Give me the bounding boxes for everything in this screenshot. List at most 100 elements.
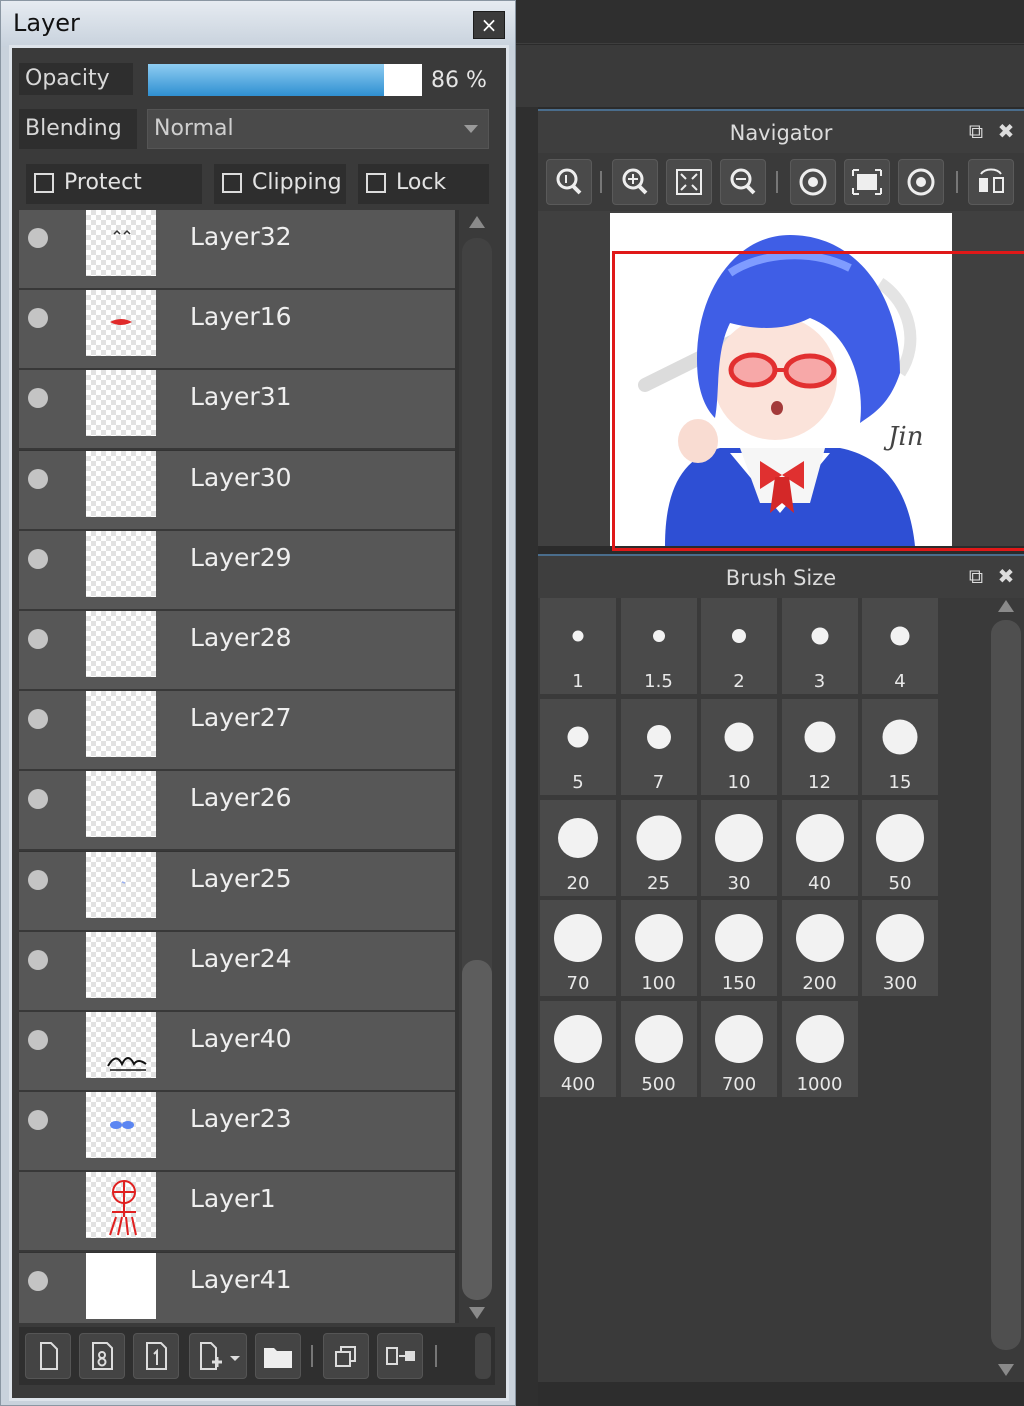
brush-preview-dot — [636, 815, 681, 861]
brush-size-cell[interactable]: 300 — [862, 900, 938, 997]
brush-size-cell[interactable]: 25 — [620, 799, 697, 896]
brush-size-cell[interactable]: 100 — [620, 900, 697, 997]
brush-size-cell[interactable]: 7 — [620, 698, 697, 795]
layer-row[interactable]: Layer23 — [19, 1092, 455, 1173]
layer-row[interactable]: Layer24 — [19, 931, 455, 1012]
duplicate-layer-button[interactable] — [323, 1333, 369, 1379]
close-icon[interactable]: × — [473, 11, 505, 39]
brush-size-header[interactable]: Brush Size ⧉ ✖ — [538, 554, 1024, 598]
zoom-actual-button[interactable] — [546, 159, 592, 205]
layer-list-scrollbar[interactable] — [459, 210, 495, 1325]
brush-size-cell[interactable]: 400 — [540, 1001, 616, 1098]
visibility-icon[interactable] — [28, 548, 48, 569]
layer-window-title: Layer — [13, 9, 80, 37]
brush-size-cell[interactable]: 2 — [701, 598, 777, 694]
brush-size-cell[interactable]: 15 — [862, 698, 938, 795]
brush-size-cell[interactable]: 200 — [781, 900, 858, 997]
layer-row[interactable]: Layer29 — [19, 530, 455, 611]
visibility-icon[interactable] — [28, 1110, 48, 1131]
visibility-icon[interactable] — [28, 789, 48, 810]
add-layer-dropdown-button[interactable] — [189, 1333, 247, 1379]
protect-alpha-checkbox[interactable]: Protect Alpha — [26, 164, 202, 233]
layer-row[interactable]: Layer31 — [19, 370, 455, 451]
brush-size-cell[interactable]: 1 — [540, 598, 616, 694]
brush-size-label: 100 — [641, 973, 676, 995]
scroll-up-icon[interactable] — [998, 600, 1014, 612]
layer-row[interactable]: Layer32 — [19, 210, 455, 290]
visibility-icon[interactable] — [28, 468, 48, 489]
layer-thumbnail — [86, 1092, 156, 1159]
navigator-header[interactable]: Navigator ⧉ ✖ — [538, 109, 1024, 153]
flip-horizontal-button[interactable] — [968, 159, 1014, 205]
brush-size-cell[interactable]: 150 — [701, 900, 777, 997]
brush-size-cell[interactable]: 1000 — [781, 1001, 858, 1098]
rotate-right-button[interactable] — [898, 159, 944, 205]
close-icon[interactable]: ✖ — [996, 566, 1016, 586]
brush-size-cell[interactable]: 500 — [620, 1001, 697, 1098]
blending-select[interactable]: Normal — [147, 109, 489, 149]
visibility-icon[interactable] — [28, 1270, 48, 1291]
layer-row[interactable]: Layer27 — [19, 691, 455, 772]
visibility-icon[interactable] — [28, 1030, 48, 1050]
close-icon[interactable]: ✖ — [996, 121, 1016, 141]
rotate-left-button[interactable] — [790, 159, 836, 205]
visibility-icon[interactable] — [28, 709, 48, 730]
undock-icon[interactable]: ⧉ — [966, 566, 986, 586]
new-folder-button[interactable] — [255, 1333, 301, 1379]
undock-icon[interactable]: ⧉ — [966, 121, 986, 141]
brush-size-cell[interactable]: 20 — [540, 799, 616, 896]
rotate-right-icon — [907, 168, 935, 196]
layer-row[interactable]: Layer30 — [19, 450, 455, 531]
lock-label: Lock — [396, 170, 447, 195]
visibility-icon[interactable] — [28, 869, 48, 890]
brush-size-label: 15 — [888, 771, 912, 793]
brush-size-cell[interactable]: 1.5 — [620, 598, 697, 694]
brush-size-cell[interactable]: 12 — [781, 698, 858, 795]
brush-size-cell[interactable]: 70 — [540, 900, 616, 997]
brush-size-cell[interactable]: 5 — [540, 698, 616, 795]
layer-row[interactable]: Layer1 — [19, 1172, 455, 1253]
new-layer-button[interactable] — [25, 1333, 71, 1379]
brush-size-scrollbar[interactable] — [988, 598, 1024, 1382]
layer-row[interactable]: Layer26 — [19, 771, 455, 852]
brush-preview-dot — [634, 914, 683, 963]
visibility-icon[interactable] — [28, 228, 48, 248]
brush-size-cell[interactable]: 10 — [701, 698, 777, 795]
layer-toolbar — [19, 1327, 495, 1385]
brush-size-title: Brush Size — [725, 566, 837, 590]
reset-view-button[interactable] — [844, 159, 890, 205]
scroll-down-icon[interactable] — [469, 1307, 485, 1319]
brush-size-cell[interactable]: 50 — [862, 799, 938, 896]
new-8bit-layer-button[interactable] — [79, 1333, 125, 1379]
layer-row[interactable]: Layer41 — [19, 1252, 455, 1323]
zoom-in-button[interactable] — [612, 159, 658, 205]
scroll-up-icon[interactable] — [469, 216, 485, 228]
brush-size-cell[interactable]: 700 — [701, 1001, 777, 1098]
toolbar-handle[interactable] — [475, 1333, 491, 1379]
lock-checkbox[interactable]: Lock — [358, 164, 489, 204]
scroll-down-icon[interactable] — [998, 1364, 1014, 1376]
merge-down-button[interactable] — [377, 1333, 423, 1379]
layer-row[interactable]: Layer25 — [19, 851, 455, 932]
zoom-out-button[interactable] — [720, 159, 766, 205]
scrollbar-thumb[interactable] — [991, 620, 1021, 1350]
layer-row[interactable]: Layer28 — [19, 611, 455, 691]
brush-size-cell[interactable]: 30 — [701, 799, 777, 896]
brush-size-cell[interactable]: 40 — [781, 799, 858, 896]
opacity-slider[interactable] — [148, 64, 422, 96]
visibility-icon[interactable] — [28, 308, 48, 329]
clipping-checkbox[interactable]: Clipping — [214, 164, 346, 204]
navigator-view[interactable]: Jin — [538, 211, 1024, 551]
visibility-icon[interactable] — [28, 949, 48, 970]
brush-size-label: 5 — [572, 771, 584, 793]
layer-row[interactable]: Layer16 — [19, 290, 455, 371]
brush-size-cell[interactable]: 4 — [862, 598, 938, 694]
brush-size-cell[interactable]: 3 — [781, 598, 858, 694]
fit-window-button[interactable] — [666, 159, 712, 205]
layer-row[interactable]: Layer40 — [19, 1012, 455, 1092]
visibility-icon[interactable] — [28, 629, 48, 649]
scrollbar-thumb[interactable] — [462, 960, 492, 1300]
new-1bit-layer-button[interactable] — [133, 1333, 179, 1379]
navigator-viewport-rect[interactable] — [612, 251, 1024, 551]
visibility-icon[interactable] — [28, 388, 48, 409]
